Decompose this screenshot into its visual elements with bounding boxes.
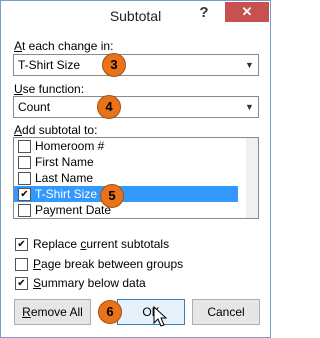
list-item-tshirt-size[interactable]: ✔ T-Shirt Size	[14, 186, 238, 202]
checkbox-checked[interactable]: ✔	[15, 277, 28, 290]
checkmark-icon: ✔	[17, 278, 26, 289]
checkbox[interactable]	[18, 156, 31, 169]
add-subtotal-list[interactable]: Homeroom # First Name Last Name ✔ T-Shir…	[13, 137, 259, 219]
step-badge-5: 5	[100, 184, 124, 208]
list-item-homeroom[interactable]: Homeroom #	[14, 138, 238, 154]
step-badge-4: 4	[97, 95, 121, 119]
use-function-label: Use function:	[14, 82, 85, 96]
chevron-down-icon[interactable]: ▼	[240, 55, 258, 75]
checkmark-icon: ✔	[20, 189, 29, 200]
list-scrollbar[interactable]	[246, 138, 258, 218]
title-bar: Subtotal ? ✕	[1, 1, 270, 31]
checkbox[interactable]	[18, 204, 31, 217]
checkbox[interactable]	[18, 140, 31, 153]
close-icon: ✕	[241, 4, 253, 19]
checkbox[interactable]	[15, 258, 28, 271]
remove-all-button[interactable]: Remove All	[14, 299, 91, 325]
at-each-change-value: T-Shirt Size	[18, 58, 81, 72]
at-each-change-dropdown[interactable]: T-Shirt Size ▼	[13, 54, 259, 76]
mouse-cursor-icon	[153, 306, 167, 327]
ok-button[interactable]: OK	[117, 299, 185, 325]
cancel-button[interactable]: Cancel	[192, 299, 260, 325]
subtotal-dialog: Subtotal ? ✕ At each change in: T-Shirt …	[0, 0, 271, 338]
help-button[interactable]: ?	[191, 1, 217, 25]
at-each-change-label: At each change in:	[14, 39, 114, 53]
add-subtotal-label: Add subtotal to:	[14, 123, 98, 137]
checkbox-checked[interactable]: ✔	[18, 188, 31, 201]
list-item-first-name[interactable]: First Name	[14, 154, 238, 170]
close-button[interactable]: ✕	[225, 2, 269, 22]
step-badge-3: 3	[102, 53, 126, 77]
checkmark-icon: ✔	[17, 239, 26, 250]
use-function-value: Count	[18, 100, 51, 114]
checkbox[interactable]	[18, 172, 31, 185]
checkbox-checked[interactable]: ✔	[15, 238, 28, 251]
step-badge-6: 6	[98, 300, 122, 324]
use-function-dropdown[interactable]: Count ▼	[13, 96, 259, 118]
list-item-payment-date[interactable]: Payment Date	[14, 202, 238, 218]
chevron-down-icon[interactable]: ▼	[240, 97, 258, 117]
list-item-last-name[interactable]: Last Name	[14, 170, 238, 186]
